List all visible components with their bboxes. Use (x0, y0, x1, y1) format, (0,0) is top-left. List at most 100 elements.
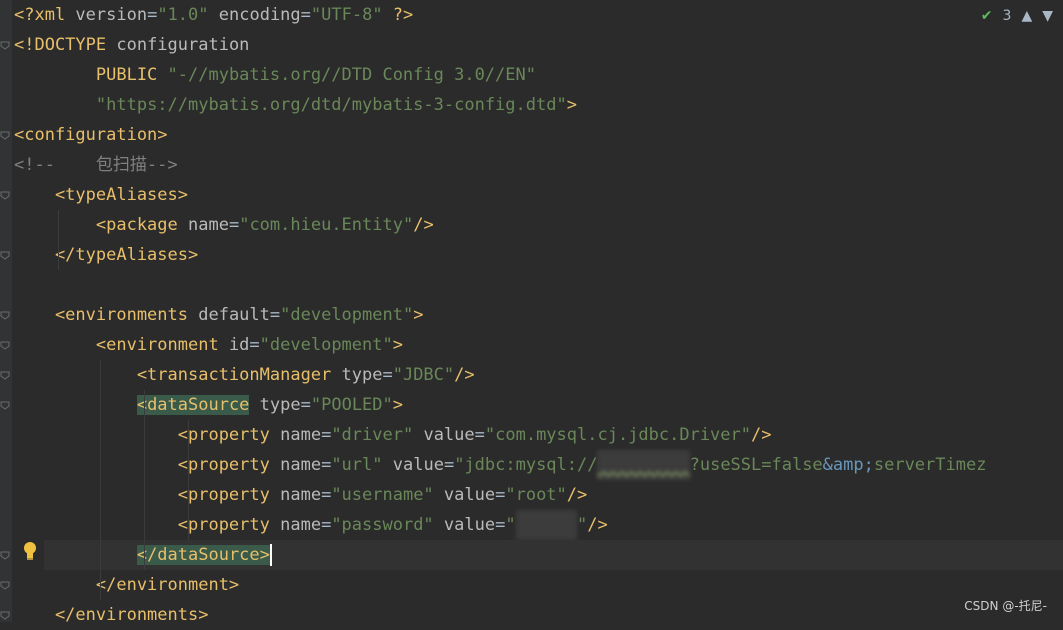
code-line[interactable]: </environment> (14, 570, 1063, 600)
code-token: "POOLED" (310, 395, 393, 415)
code-token: = (300, 395, 311, 415)
editor-gutter (0, 0, 12, 622)
code-token: = (228, 215, 240, 235)
code-token: > (392, 395, 404, 415)
code-token: value (443, 515, 496, 535)
code-line[interactable]: </typeAliases> (14, 240, 1063, 270)
code-token: <package (14, 215, 188, 235)
fold-marker-icon[interactable] (0, 250, 10, 260)
indent-guide (188, 420, 189, 540)
code-token: </dataSource> (136, 545, 270, 565)
code-token: /> (751, 425, 772, 445)
code-token: serverTimez (873, 455, 987, 475)
code-token: = (249, 335, 260, 355)
code-token: = (321, 425, 332, 445)
code-token: </typeAliases> (14, 245, 199, 265)
code-token: </environment> (14, 575, 240, 595)
code-line[interactable]: <environment id="development"> (14, 330, 1063, 360)
code-line[interactable]: <property name="driver" value="com.mysql… (14, 420, 1063, 450)
code-token: "jdbc:mysql:// (454, 455, 598, 475)
fold-marker-icon[interactable] (0, 580, 10, 590)
fold-marker-icon[interactable] (0, 310, 10, 320)
code-token: PUBLIC (14, 65, 168, 85)
indent-guide (144, 390, 145, 570)
code-token: /> (587, 515, 608, 535)
fold-marker-icon[interactable] (0, 370, 10, 380)
code-token: type (259, 395, 301, 415)
code-token: > (413, 305, 424, 325)
code-token: "development" (280, 305, 414, 325)
code-line[interactable]: <transactionManager type="JDBC"/> (14, 360, 1063, 390)
code-token: > (566, 95, 577, 115)
code-token: "development" (259, 335, 393, 355)
code-token: name (188, 215, 229, 235)
code-line[interactable]: <?xml version="1.0" encoding="UTF-8" ?> (14, 0, 1063, 30)
code-token: name (280, 455, 322, 475)
code-token: = (269, 305, 281, 325)
code-token: configuration (116, 35, 250, 55)
code-token: /> (566, 485, 588, 505)
code-token: "username" (331, 485, 434, 505)
fold-marker-icon[interactable] (0, 400, 10, 410)
fold-marker-icon[interactable] (0, 340, 10, 350)
fold-marker-icon[interactable] (0, 130, 10, 140)
code-token: = (495, 515, 506, 535)
lightbulb-icon[interactable] (22, 541, 38, 561)
code-line[interactable]: <package name="com.hieu.Entity"/> (14, 210, 1063, 240)
code-token: <environment (14, 335, 229, 355)
code-token: name (280, 485, 322, 505)
code-token: = (495, 485, 506, 505)
code-token: value (392, 455, 444, 475)
code-line[interactable]: <!-- 包扫描--> (14, 150, 1063, 180)
text-caret (269, 544, 272, 566)
code-line[interactable]: <!DOCTYPE configuration (14, 30, 1063, 60)
code-token: value (443, 485, 496, 505)
code-token: <typeAliases> (14, 185, 188, 205)
code-token: "https://mybatis.org/dtd/mybatis-3-confi… (95, 95, 567, 115)
code-token: "JDBC" (392, 365, 455, 385)
inspection-count: 3 (1002, 8, 1012, 24)
fold-marker-icon[interactable] (0, 40, 10, 50)
code-line[interactable]: PUBLIC "-//mybatis.org//DTD Config 3.0//… (14, 60, 1063, 90)
code-line[interactable]: <property name="username" value="root"/> (14, 480, 1063, 510)
code-line[interactable]: <configuration> (14, 120, 1063, 150)
fold-marker-icon[interactable] (0, 550, 10, 560)
code-token: ?> (382, 5, 414, 25)
code-token: default (198, 305, 270, 325)
code-line[interactable]: <typeAliases> (14, 180, 1063, 210)
fold-marker-icon[interactable] (0, 610, 10, 620)
inspection-widget[interactable]: ✔ 3 ▲ ▼ (981, 4, 1063, 28)
code-token: ?useSSL=false (689, 455, 823, 475)
watermark-text: CSDN @-托尼- (964, 599, 1047, 613)
code-token: "url" (331, 455, 383, 475)
code-line[interactable]: <property name="password" value="xxxxxx"… (14, 510, 1063, 540)
code-token: <transactionManager (14, 365, 342, 385)
code-line[interactable] (14, 270, 1063, 300)
code-line[interactable]: "https://mybatis.org/dtd/mybatis-3-confi… (14, 90, 1063, 120)
check-icon[interactable]: ✔ (981, 8, 993, 24)
chevron-up-icon[interactable]: ▲ (1021, 8, 1032, 24)
code-line[interactable]: <environments default="development"> (14, 300, 1063, 330)
chevron-down-icon[interactable]: ▼ (1042, 8, 1053, 24)
code-line[interactable]: </dataSource> (14, 540, 1063, 570)
code-line[interactable]: <dataSource type="POOLED"> (14, 390, 1063, 420)
indent-guide (100, 360, 101, 600)
code-token: <property (14, 455, 281, 475)
code-editor[interactable]: <?xml version="1.0" encoding="UTF-8" ?> <… (0, 0, 1063, 625)
code-token: "com.hieu.Entity" (239, 215, 414, 235)
code-token: xxxxxxxxx (597, 450, 690, 480)
code-line[interactable]: </environments> (14, 600, 1063, 630)
code-token: <dataSource (136, 395, 250, 415)
code-line[interactable]: <property name="url" value="jdbc:mysql:/… (14, 450, 1063, 480)
code-token: = (382, 365, 393, 385)
fold-marker-icon[interactable] (0, 190, 10, 200)
code-token: <environments (14, 305, 199, 325)
code-token: = (300, 5, 311, 25)
code-token: type (341, 365, 383, 385)
